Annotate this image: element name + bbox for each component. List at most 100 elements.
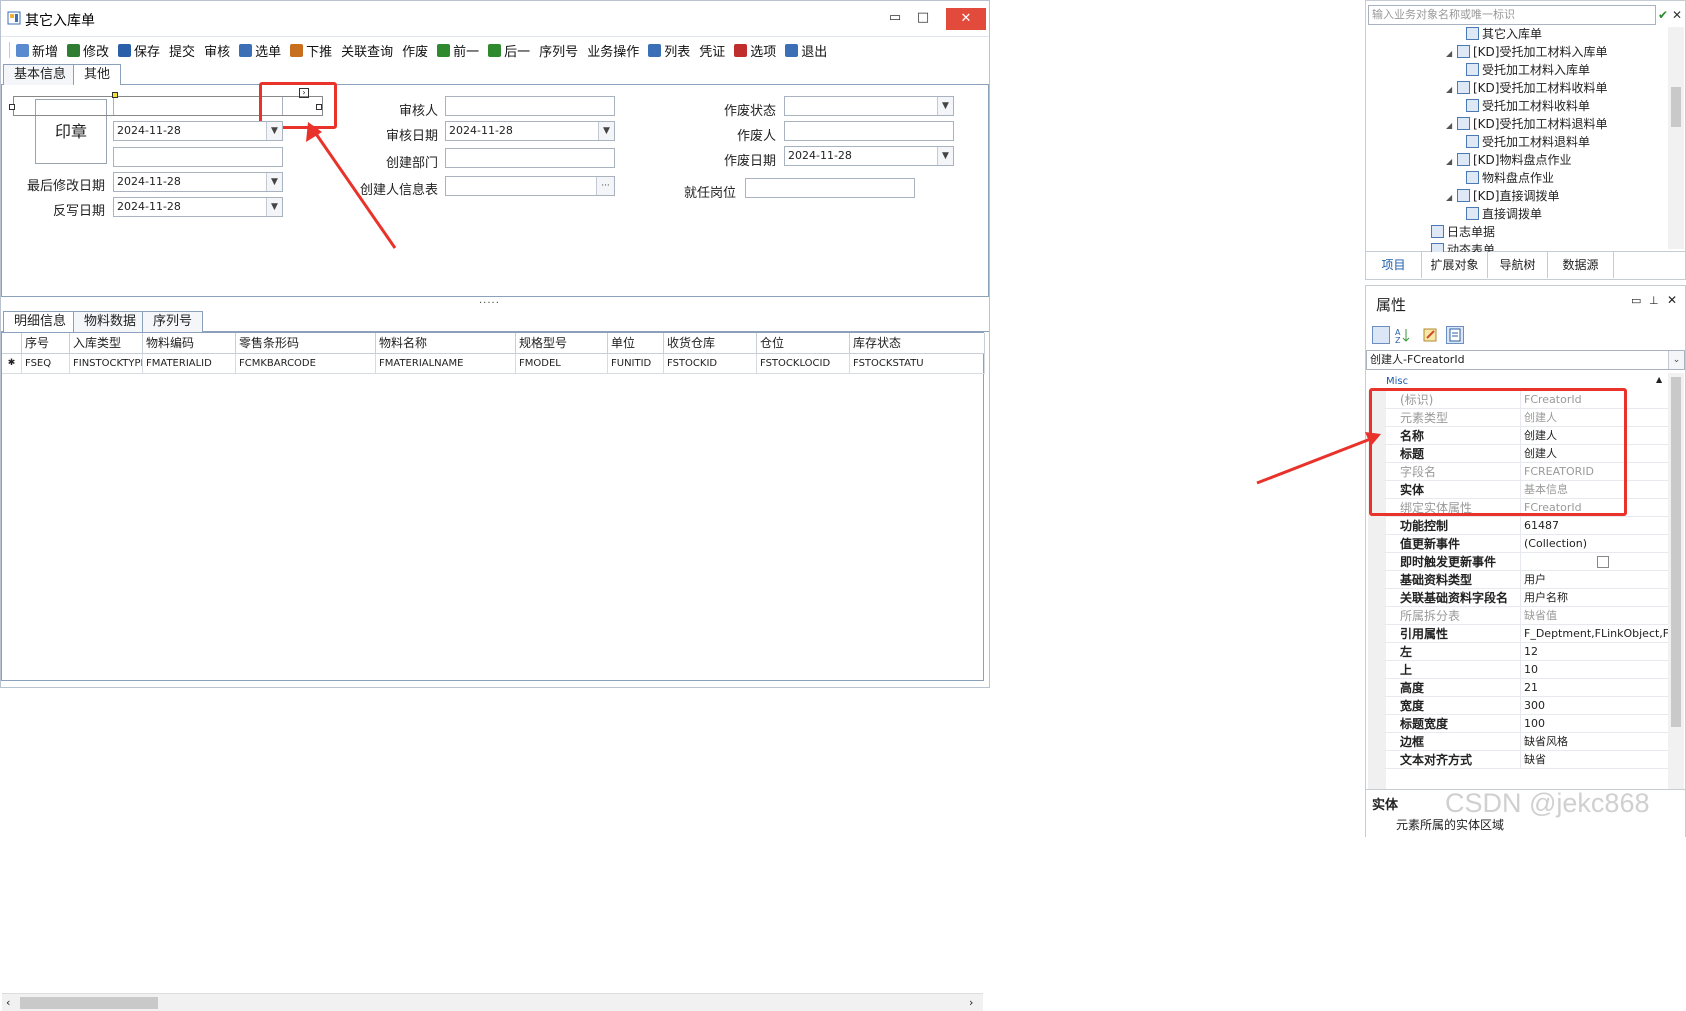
toolbar-button[interactable]: 新增	[16, 41, 58, 60]
property-value[interactable]: 61487	[1520, 517, 1670, 535]
scrollbar-thumb[interactable]	[20, 997, 158, 1009]
resize-handle[interactable]	[112, 92, 118, 98]
date-field[interactable]: 2024-11-28 ▼	[113, 121, 283, 141]
tree-item[interactable]: 受托加工材料退料单	[1466, 134, 1590, 151]
auditor-field[interactable]	[445, 96, 615, 116]
dropdown-arrow-icon[interactable]: ▼	[266, 173, 282, 191]
restore-icon[interactable]: ▭	[1631, 294, 1641, 307]
ellipsis-button[interactable]: ···	[596, 177, 614, 195]
grid-cell[interactable]: FUNITID	[608, 354, 664, 374]
property-row[interactable]: 功能控制 61487	[1384, 517, 1684, 535]
unaudit-date-field[interactable]: 2024-11-28 ▼	[113, 197, 283, 217]
toolbar-button[interactable]: 退出	[785, 41, 827, 60]
property-row[interactable]: 关联基础资料字段名 用户名称	[1384, 589, 1684, 607]
position-field[interactable]	[745, 178, 915, 198]
toolbar-button[interactable]: 列表	[648, 41, 690, 60]
property-row[interactable]: 宽度 300	[1384, 697, 1684, 715]
dropdown-arrow-icon[interactable]: ▼	[937, 97, 953, 115]
toolbar-button[interactable]: 修改	[67, 41, 109, 60]
toolbar-button[interactable]: 作废	[402, 41, 428, 60]
grid-cell[interactable]: FSTOCKID	[664, 354, 757, 374]
horizontal-scrollbar[interactable]: ‹ ›	[2, 993, 983, 1011]
alphabetical-sort-icon[interactable]: AZ	[1394, 326, 1412, 345]
void-date-field[interactable]: 2024-11-28 ▼	[784, 146, 954, 166]
tree-tab[interactable]: 导航树	[1488, 252, 1548, 278]
confirm-check-icon[interactable]: ✔	[1658, 5, 1672, 25]
tree-item[interactable]: 物料盘点作业	[1466, 170, 1554, 187]
tree-tab[interactable]: 数据源	[1548, 252, 1614, 278]
maximize-button[interactable]: □	[909, 7, 937, 29]
dropdown-arrow-icon[interactable]: ▼	[266, 198, 282, 216]
void-status-field[interactable]: ▼	[784, 96, 954, 116]
property-value[interactable]: 用户	[1520, 571, 1670, 589]
property-row[interactable]: 文本对齐方式 缺省	[1384, 751, 1684, 769]
tab-detail-info[interactable]: 明细信息	[3, 311, 78, 333]
tree-item[interactable]: 日志单据	[1431, 224, 1495, 241]
toolbar-button[interactable]: 前一	[437, 41, 479, 60]
scrollbar-thumb[interactable]	[1671, 87, 1681, 127]
property-row[interactable]: 标题宽度 100	[1384, 715, 1684, 733]
property-value[interactable]: 缺省风格	[1520, 733, 1670, 751]
pin-icon[interactable]: ⊥	[1649, 294, 1659, 307]
resize-handle[interactable]	[9, 104, 15, 110]
dropdown-arrow-icon[interactable]: ▼	[266, 122, 282, 140]
property-row[interactable]: 所属拆分表 缺省值	[1384, 607, 1684, 625]
toolbar-button[interactable]: 关联查询	[341, 41, 393, 60]
property-row[interactable]: 基础资料类型 用户	[1384, 571, 1684, 589]
tree-item[interactable]: ◢ [KD]受托加工材料入库单	[1446, 44, 1607, 61]
toolbar-button[interactable]: 选项	[734, 41, 776, 60]
property-value[interactable]	[1520, 553, 1670, 571]
close-icon[interactable]: ✕	[1667, 293, 1677, 307]
grid-column-header[interactable]: 收货仓库	[664, 333, 757, 354]
grid-cell[interactable]: FMATERIALNAME	[376, 354, 516, 374]
tree-vertical-scrollbar[interactable]	[1668, 27, 1684, 249]
chevron-down-icon[interactable]: ⌄	[1668, 351, 1684, 369]
tab-basic-info[interactable]: 基本信息	[3, 64, 78, 85]
property-row[interactable]: 即时触发更新事件	[1384, 553, 1684, 571]
tree-item[interactable]: 直接调拨单	[1466, 206, 1542, 223]
grid-column-header[interactable]: 仓位	[757, 333, 850, 354]
minimize-button[interactable]: ▭	[881, 7, 909, 29]
toolbar-button[interactable]: 后一	[488, 41, 530, 60]
categorized-sort-icon[interactable]	[1372, 326, 1390, 344]
expand-arrow-icon[interactable]: ◢	[1446, 153, 1454, 170]
property-value[interactable]: 缺省	[1520, 751, 1670, 769]
grid-column-header[interactable]: 规格型号	[516, 333, 608, 354]
tab-material-data[interactable]: 物料数据	[73, 311, 148, 332]
grid-cell[interactable]: FMATERIALID	[143, 354, 236, 374]
property-row[interactable]: 高度 21	[1384, 679, 1684, 697]
expand-arrow-icon[interactable]: ◢	[1446, 117, 1454, 134]
property-value[interactable]: 10	[1520, 661, 1670, 679]
property-value[interactable]: 300	[1520, 697, 1670, 715]
scroll-left-icon[interactable]: ‹	[6, 996, 10, 1009]
tree-tab[interactable]: 扩展对象	[1422, 252, 1488, 278]
grid-cell[interactable]: FINSTOCKTYPE	[70, 354, 143, 374]
property-value[interactable]: F_Deptment,FLinkObject,F...	[1520, 625, 1670, 643]
grid-cell[interactable]: FMODEL	[516, 354, 608, 374]
tree-search-input[interactable]: 输入业务对象名称或唯一标识	[1368, 5, 1656, 25]
dropdown-arrow-icon[interactable]: ▼	[937, 147, 953, 165]
property-value[interactable]: (Collection)	[1520, 535, 1670, 553]
expand-arrow-icon[interactable]: ◢	[1446, 45, 1454, 62]
grid-column-header[interactable]: 零售条形码	[236, 333, 376, 354]
close-button[interactable]: ✕	[946, 8, 986, 30]
toolbar-button[interactable]: 序列号	[539, 41, 578, 60]
audit-date-field[interactable]: 2024-11-28 ▼	[445, 121, 615, 141]
grid-column-header[interactable]: 库存状态	[850, 333, 985, 354]
property-value[interactable]: 21	[1520, 679, 1670, 697]
toolbar-button[interactable]: 审核	[204, 41, 230, 60]
toolbar-button[interactable]: 选单	[239, 41, 281, 60]
last-modified-field[interactable]: 2024-11-28 ▼	[113, 172, 283, 192]
property-row[interactable]: 边框 缺省风格	[1384, 733, 1684, 751]
clear-x-icon[interactable]: ✕	[1672, 5, 1686, 25]
toolbar-button[interactable]: 凭证	[699, 41, 725, 60]
tree-tab[interactable]: 项目	[1366, 252, 1422, 278]
property-value[interactable]: 12	[1520, 643, 1670, 661]
grid-column-header[interactable]: 入库类型	[70, 333, 143, 354]
tree-item[interactable]: ◢ [KD]受托加工材料收料单	[1446, 80, 1607, 97]
creator-info-field[interactable]: ···	[445, 176, 615, 196]
grid-cell[interactable]: FCMKBARCODE	[236, 354, 376, 374]
property-value[interactable]: 缺省值	[1520, 607, 1670, 625]
property-vertical-scrollbar[interactable]	[1668, 373, 1684, 791]
scrollbar-thumb[interactable]	[1671, 377, 1681, 727]
